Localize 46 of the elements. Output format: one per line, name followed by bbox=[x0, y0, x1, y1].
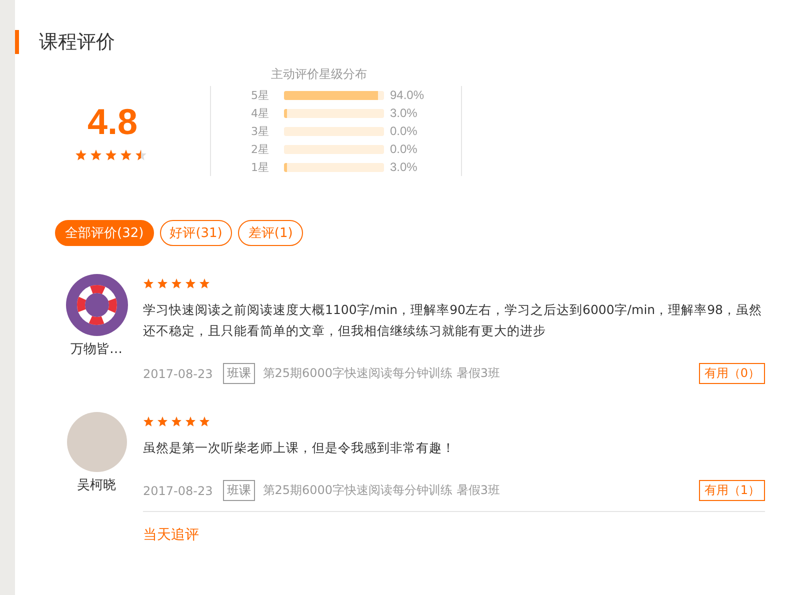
review-text: 虽然是第一次听柴老师上课，但是令我感到非常有趣！ bbox=[143, 439, 456, 457]
section-title: 课程评价 bbox=[39, 30, 115, 55]
useful-button[interactable]: 有用（0） bbox=[699, 363, 765, 384]
star-icon bbox=[157, 278, 168, 289]
star-level-label: 4星 bbox=[251, 106, 270, 120]
useful-button[interactable]: 有用（1） bbox=[699, 480, 765, 501]
percentage: 0.0% bbox=[390, 124, 418, 138]
reviewer-name: 吴柯晓 bbox=[77, 477, 116, 494]
review-date: 2017-08-23 bbox=[143, 484, 213, 498]
review-date: 2017-08-23 bbox=[143, 366, 213, 380]
reviewer-name: 万物皆… bbox=[70, 341, 122, 358]
star-icon bbox=[90, 149, 102, 161]
filter-tab[interactable]: 差评(1) bbox=[238, 220, 303, 246]
course-type-tag: 班课 bbox=[222, 480, 255, 501]
average-score: 4.8 bbox=[87, 101, 138, 143]
star-icon bbox=[185, 416, 196, 427]
star-level-label: 1星 bbox=[251, 160, 270, 174]
distribution-title: 主动评价星级分布 bbox=[271, 66, 367, 83]
star-icon bbox=[199, 278, 210, 289]
course-type-tag: 班课 bbox=[222, 363, 255, 384]
filter-tab[interactable]: 全部评价(32) bbox=[55, 220, 154, 246]
title-accent-bar bbox=[15, 30, 19, 54]
course-name: 第25期6000字快速阅读每分钟训练 暑假3班 bbox=[262, 365, 502, 382]
star-level-label: 5星 bbox=[251, 88, 270, 102]
star-icon bbox=[143, 278, 154, 289]
lifebuoy-avatar bbox=[66, 274, 128, 336]
star-icon bbox=[157, 416, 168, 427]
star-level-label: 3星 bbox=[251, 124, 270, 138]
star-icon bbox=[199, 416, 210, 427]
star-icon bbox=[171, 278, 182, 289]
review-text: 学习快速阅读之前阅读速度大概1100字/min，理解率90左右，学习之后达到6000字/min，理解率98，虽然还不稳定，且只能看简单的文章，但我相信继续练习就能有更大的进步 bbox=[143, 301, 764, 340]
star-icon bbox=[75, 149, 87, 161]
course-name: 第25期6000字快速阅读每分钟训练 暑假3班 bbox=[262, 482, 502, 499]
filter-tab[interactable]: 好评(31) bbox=[160, 220, 232, 246]
star-icon bbox=[105, 149, 117, 161]
followup-title: 当天追评 bbox=[143, 527, 199, 543]
star-icon bbox=[143, 416, 154, 427]
star-icon bbox=[135, 149, 147, 161]
percentage: 3.0% bbox=[390, 160, 418, 174]
star-icon bbox=[185, 278, 196, 289]
star-level-label: 2星 bbox=[251, 142, 270, 156]
star-icon bbox=[171, 416, 182, 427]
percentage: 3.0% bbox=[390, 106, 418, 120]
star-icon bbox=[120, 149, 132, 161]
percentage: 94.0% bbox=[390, 88, 424, 102]
percentage: 0.0% bbox=[390, 142, 418, 156]
